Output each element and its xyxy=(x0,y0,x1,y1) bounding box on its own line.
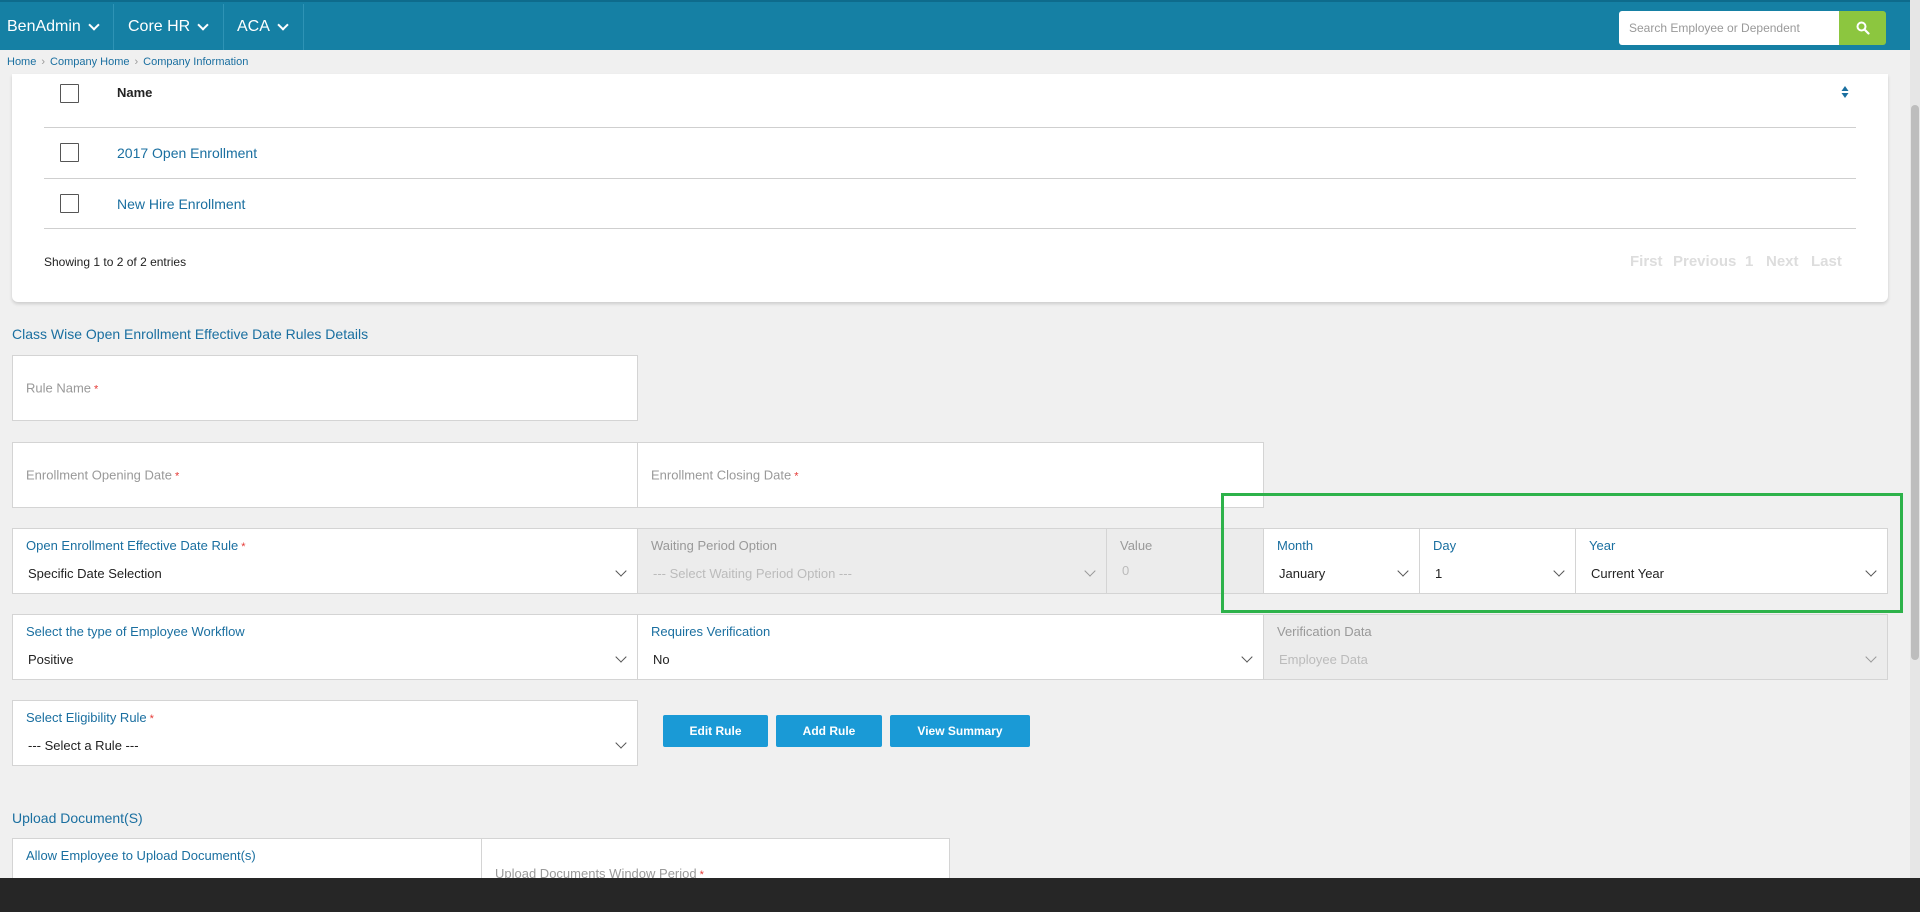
employee-workflow-select[interactable]: Select the type of Employee Workflow Pos… xyxy=(12,614,638,680)
closing-date-label: Enrollment Closing Date * xyxy=(651,467,799,483)
chevron-down-icon xyxy=(1865,651,1877,663)
waiting-period-value: --- Select Waiting Period Option --- xyxy=(653,566,852,581)
select-all-checkbox[interactable] xyxy=(60,84,79,103)
top-nav-bar: BenAdmin Core HR ACA Search Employee or … xyxy=(0,0,1910,50)
effective-date-rule-select[interactable]: Open Enrollment Effective Date Rule * Spe… xyxy=(12,528,638,594)
table-row-link[interactable]: New Hire Enrollment xyxy=(117,196,245,212)
verification-data-label: Verification Data xyxy=(1277,624,1372,639)
nav-corehr[interactable]: Core HR xyxy=(114,4,224,50)
verification-label: Requires Verification xyxy=(651,624,771,639)
effective-date-rule-label: Open Enrollment Effective Date Rule * xyxy=(26,538,246,553)
pager-next[interactable]: Next xyxy=(1766,253,1799,270)
workflow-value: Positive xyxy=(28,652,74,667)
table-divider xyxy=(44,228,1856,229)
chevron-down-icon xyxy=(197,19,209,31)
required-marker: * xyxy=(174,470,180,483)
eligibility-rule-select[interactable]: Select Eligibility Rule * --- Select a Ru… xyxy=(12,700,638,766)
workflow-label: Select the type of Employee Workflow xyxy=(26,624,245,639)
effective-date-rule-value: Specific Date Selection xyxy=(28,566,162,581)
row-checkbox[interactable] xyxy=(60,143,79,162)
nav-corehr-label: Core HR xyxy=(128,18,191,35)
pager-previous[interactable]: Previous xyxy=(1673,253,1736,270)
chevron-down-icon xyxy=(1084,565,1096,577)
nav-aca[interactable]: ACA xyxy=(224,4,304,50)
nav-benadmin-label: BenAdmin xyxy=(7,18,81,35)
pager-first[interactable]: First xyxy=(1630,253,1663,270)
chevron-down-icon xyxy=(615,651,627,663)
nav-benadmin[interactable]: BenAdmin xyxy=(0,4,114,50)
chevron-down-icon xyxy=(277,19,289,31)
required-marker: * xyxy=(794,470,799,483)
verification-value: No xyxy=(653,652,670,667)
required-marker: * xyxy=(149,713,154,725)
verification-data-value: Employee Data xyxy=(1279,652,1368,667)
pager-page[interactable]: 1 xyxy=(1745,253,1753,270)
nav-aca-label: ACA xyxy=(237,18,270,35)
value-label: Value xyxy=(1120,538,1153,553)
pager-last[interactable]: Last xyxy=(1811,253,1842,270)
highlight-box xyxy=(1221,493,1903,613)
allow-upload-label: Allow Employee to Upload Document(s) xyxy=(26,848,256,863)
table-divider xyxy=(44,127,1856,128)
chevron-down-icon xyxy=(615,737,627,749)
rule-name-field[interactable]: Rule Name * xyxy=(12,355,638,421)
breadcrumb-company-information[interactable]: Company Information xyxy=(143,56,248,68)
required-marker: * xyxy=(241,541,246,553)
requires-verification-select[interactable]: Requires Verification No xyxy=(637,614,1264,680)
add-rule-button[interactable]: Add Rule xyxy=(776,715,882,747)
eligibility-label: Select Eligibility Rule * xyxy=(26,710,154,725)
table-row-link[interactable]: 2017 Open Enrollment xyxy=(117,145,257,161)
column-header-name[interactable]: Name xyxy=(117,85,152,100)
breadcrumb-separator: › xyxy=(134,56,139,68)
breadcrumb-company-home[interactable]: Company Home xyxy=(50,56,129,68)
row-checkbox[interactable] xyxy=(60,194,79,213)
entries-info: Showing 1 to 2 of 2 entries xyxy=(44,255,187,269)
verification-data-select: Verification Data Employee Data xyxy=(1263,614,1888,680)
required-marker: * xyxy=(94,383,99,396)
search-input[interactable]: Search Employee or Dependent xyxy=(1619,11,1839,45)
search-icon xyxy=(1856,21,1870,35)
sort-icon[interactable] xyxy=(1841,85,1849,99)
eligibility-value: --- Select a Rule --- xyxy=(28,738,139,753)
upload-section-title: Upload Document(S) xyxy=(12,810,143,826)
chevron-down-icon xyxy=(88,19,100,31)
breadcrumb-separator: › xyxy=(41,56,46,68)
waiting-period-select: Waiting Period Option --- Select Waiting… xyxy=(637,528,1107,594)
waiting-period-label: Waiting Period Option xyxy=(651,538,777,553)
opening-date-label: Enrollment Opening Date * xyxy=(26,467,180,483)
view-summary-button[interactable]: View Summary xyxy=(890,715,1030,747)
chevron-down-icon xyxy=(615,565,627,577)
search-button[interactable] xyxy=(1839,11,1886,45)
rule-name-label: Rule Name * xyxy=(26,380,99,396)
chevron-down-icon xyxy=(1241,651,1253,663)
value-value: 0 xyxy=(1122,563,1130,578)
scrollbar-thumb[interactable] xyxy=(1911,105,1919,660)
table-divider xyxy=(44,178,1856,179)
enrollment-table-card xyxy=(12,74,1888,302)
edit-rule-button[interactable]: Edit Rule xyxy=(663,715,768,747)
breadcrumb: Home › Company Home › Company Informatio… xyxy=(7,56,248,68)
enrollment-opening-date-field[interactable]: Enrollment Opening Date * xyxy=(12,442,638,508)
enrollment-closing-date-field[interactable]: Enrollment Closing Date * xyxy=(637,442,1264,508)
bottom-bar xyxy=(0,878,1920,912)
breadcrumb-home[interactable]: Home xyxy=(7,56,36,68)
section-title: Class Wise Open Enrollment Effective Dat… xyxy=(12,326,369,342)
